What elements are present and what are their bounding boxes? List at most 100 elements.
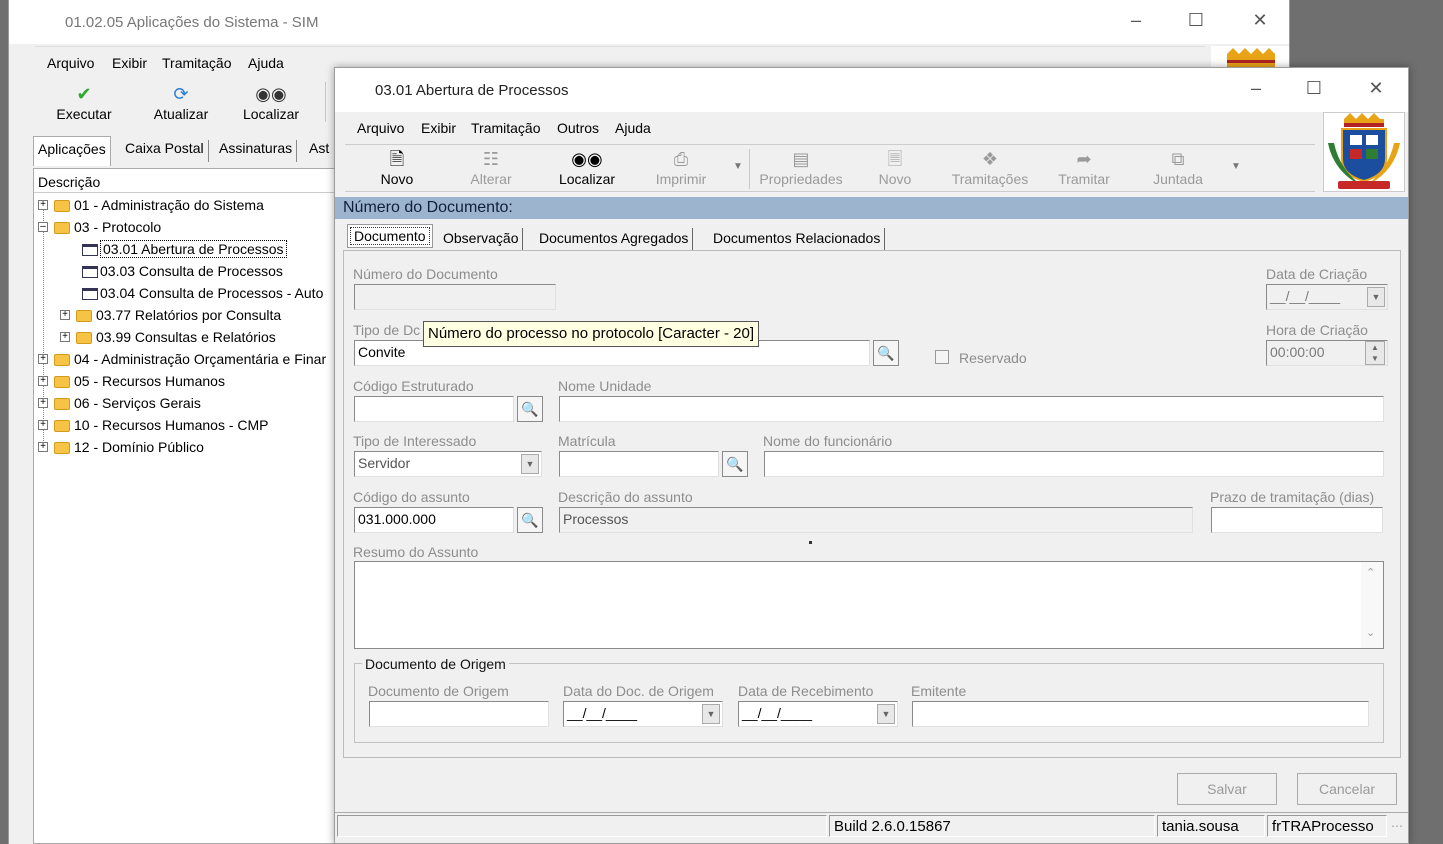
tree-node[interactable]: 03.03 Consulta de Processos [82, 261, 283, 281]
matricula-field[interactable] [559, 451, 719, 477]
magnifier-icon: 🔍 [521, 401, 539, 417]
find-button[interactable]: ◉◉ Localizar [231, 82, 311, 122]
tipo-documento-lookup-button[interactable]: 🔍 [873, 340, 899, 366]
resumo-scrollbar[interactable]: ⌃ ⌄ [1361, 562, 1383, 648]
save-button[interactable]: Salvar [1177, 773, 1277, 805]
refresh-button[interactable]: ⟳ Atualizar [141, 82, 221, 122]
dialog-close-button[interactable]: ✕ [1361, 78, 1391, 99]
dialog-maximize-button[interactable]: ☐ [1299, 78, 1329, 99]
codigo-assunto-lookup-button[interactable]: 🔍 [517, 507, 543, 533]
data-criacao-dropdown-icon[interactable]: ▼ [1367, 287, 1385, 307]
dialog-menu-ajuda[interactable]: Ajuda [615, 120, 651, 136]
attach-icon: ⧉ [1171, 149, 1185, 169]
tramitacoes-button[interactable]: ❖ Tramitações [945, 147, 1035, 187]
matricula-lookup-button[interactable]: 🔍 [722, 451, 748, 477]
juntada-button[interactable]: ⧉ Juntada [1145, 147, 1211, 187]
tree-node[interactable]: – 03 - Protocolo [38, 217, 161, 237]
resize-grip-icon[interactable]: ⋯ [1391, 819, 1403, 833]
imprimir-dropdown-icon[interactable]: ▼ [733, 161, 743, 172]
dialog-menu-exibir[interactable]: Exibir [421, 120, 456, 136]
minimize-button[interactable]: – [1121, 10, 1151, 31]
expand-icon[interactable]: + [38, 442, 48, 452]
data-recebimento-dropdown-icon[interactable]: ▼ [877, 704, 895, 724]
tab-assinaturas[interactable]: Assinaturas [215, 140, 298, 162]
propriedades-button[interactable]: ▤ Propriedades [755, 147, 847, 187]
tree-node[interactable]: + 04 - Administração Orçamentária e Fina… [38, 349, 326, 369]
scroll-down-icon[interactable]: ⌄ [1366, 626, 1375, 639]
tree-node[interactable]: + 05 - Recursos Humanos [38, 371, 225, 391]
numero-documento-field[interactable] [354, 284, 556, 310]
tipo-interessado-label: Tipo de Interessado [353, 433, 477, 449]
execute-button[interactable]: ✔ Executar [49, 82, 119, 122]
data-doc-origem-field[interactable]: __/__/____ [563, 701, 723, 727]
tipo-documento-value: Convite [358, 344, 406, 360]
imprimir-button[interactable]: ⎙ Imprimir [651, 147, 711, 187]
novo-label: Novo [380, 171, 414, 187]
novo-tramitacao-button[interactable]: 🗏 Novo [869, 147, 921, 187]
tree-node[interactable]: + 10 - Recursos Humanos - CMP [38, 415, 269, 435]
tab-documento[interactable]: Documento [347, 224, 433, 248]
reservado-checkbox[interactable] [935, 350, 949, 364]
tab-documentos-relacionados[interactable]: Documentos Relacionados [709, 228, 886, 252]
expand-icon[interactable]: + [38, 200, 48, 210]
codigo-estruturado-lookup-button[interactable]: 🔍 [517, 396, 543, 422]
menu-arquivo[interactable]: Arquivo [47, 55, 94, 71]
tree-node-label: 03.99 Consultas e Relatórios [96, 329, 276, 345]
expand-icon[interactable]: + [38, 398, 48, 408]
expand-icon[interactable]: + [60, 310, 70, 320]
expand-icon[interactable]: + [60, 332, 70, 342]
tree-node[interactable]: + 12 - Domínio Público [38, 437, 204, 457]
emitente-field[interactable] [912, 701, 1369, 727]
dialog-minimize-button[interactable]: – [1241, 78, 1271, 99]
cancel-button[interactable]: Cancelar [1297, 773, 1397, 805]
codigo-estruturado-field[interactable] [354, 396, 514, 422]
expand-icon[interactable]: + [38, 376, 48, 386]
data-recebimento-field[interactable]: __/__/____ [738, 701, 898, 727]
tipo-interessado-select[interactable]: Servidor [354, 451, 542, 477]
menu-tramitacao[interactable]: Tramitação [162, 55, 232, 71]
edit-form-icon: ☷ [482, 149, 500, 169]
collapse-icon[interactable]: – [38, 222, 48, 232]
tipo-interessado-dropdown-icon[interactable]: ▼ [521, 454, 539, 474]
expand-icon[interactable]: + [38, 420, 48, 430]
hora-criacao-spinner-icon[interactable]: ▲ ▼ [1365, 341, 1385, 365]
novo-button[interactable]: 🗎 Novo [369, 147, 425, 187]
tree-node[interactable]: + 03.99 Consultas e Relatórios [60, 327, 276, 347]
menu-exibir[interactable]: Exibir [112, 55, 147, 71]
tree-node[interactable]: + 01 - Administração do Sistema [38, 195, 264, 215]
matricula-label: Matrícula [558, 433, 616, 449]
juntada-dropdown-icon[interactable]: ▼ [1231, 161, 1241, 172]
tab-caixa-postal[interactable]: Caixa Postal [121, 140, 209, 162]
dialog-menu-tramitacao[interactable]: Tramitação [471, 120, 541, 136]
tree-node[interactable]: + 06 - Serviços Gerais [38, 393, 201, 413]
dialog-menu-arquivo[interactable]: Arquivo [357, 120, 404, 136]
close-button[interactable]: ✕ [1245, 10, 1275, 31]
tab-aplicacoes[interactable]: Aplicações [33, 136, 111, 166]
menu-ajuda[interactable]: Ajuda [248, 55, 284, 71]
tramitar-button[interactable]: ➦ Tramitar [1051, 147, 1117, 187]
abertura-processos-dialog: 03.01 Abertura de Processos – ☐ ✕ Arquiv… [334, 67, 1409, 844]
localizar-button[interactable]: ◉◉ Localizar [551, 147, 623, 187]
tab-ast[interactable]: Ast [305, 140, 333, 162]
resumo-textarea[interactable]: ⌃ ⌄ [354, 561, 1384, 649]
descricao-assunto-field[interactable]: Processos [559, 507, 1193, 533]
expand-icon[interactable]: + [38, 354, 48, 364]
tab-documentos-agregados[interactable]: Documentos Agregados [535, 228, 694, 252]
tree-node-selected[interactable]: 03.01 Abertura de Processos [82, 239, 287, 259]
tree-column-header[interactable]: Descrição [34, 169, 344, 193]
alterar-button[interactable]: ☷ Alterar [461, 147, 521, 187]
nome-unidade-field[interactable] [559, 396, 1384, 422]
maximize-button[interactable]: ☐ [1181, 10, 1211, 31]
dialog-titlebar: 03.01 Abertura de Processos – ☐ ✕ [335, 68, 1408, 112]
tab-observacao[interactable]: Observação [439, 228, 524, 252]
data-doc-origem-dropdown-icon[interactable]: ▼ [702, 704, 720, 724]
dialog-menu-outros[interactable]: Outros [557, 120, 599, 136]
tree-node[interactable]: 03.04 Consulta de Processos - Auto [82, 283, 323, 303]
crown-icon [1227, 48, 1275, 68]
codigo-assunto-field[interactable]: 031.000.000 [354, 507, 514, 533]
scroll-up-icon[interactable]: ⌃ [1366, 566, 1375, 579]
nome-funcionario-field[interactable] [764, 451, 1384, 477]
tree-node[interactable]: + 03.77 Relatórios por Consulta [60, 305, 281, 325]
doc-origem-field[interactable] [369, 701, 549, 727]
prazo-tramitacao-field[interactable] [1211, 507, 1383, 533]
